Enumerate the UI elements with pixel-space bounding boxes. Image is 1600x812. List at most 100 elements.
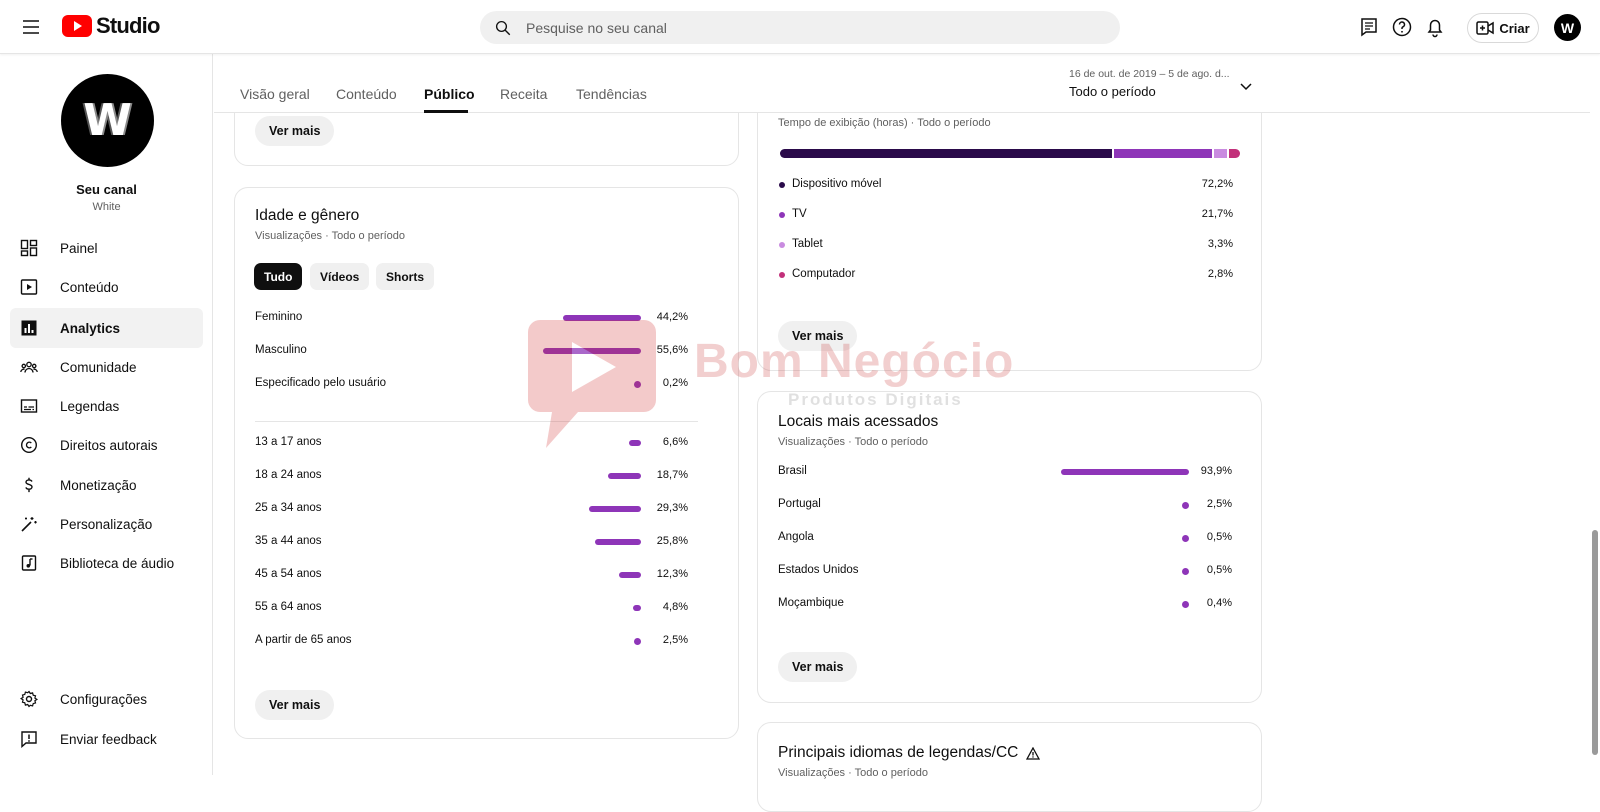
top-bar: Studio Criar W — [0, 0, 1600, 54]
row-label: 55 a 64 anos — [255, 601, 322, 613]
sidebar-item-biblioteca-audio[interactable]: Biblioteca de áudio — [10, 543, 203, 583]
sidebar-item-personalizacao[interactable]: Personalização — [10, 504, 203, 544]
chip-shorts[interactable]: Shorts — [376, 263, 435, 290]
search-icon[interactable] — [494, 19, 512, 37]
value-bar — [589, 506, 641, 512]
card-title: Idade e gênero — [255, 207, 360, 224]
row-value: 0,5% — [1206, 564, 1232, 576]
row-label: A partir de 65 anos — [255, 634, 352, 646]
sidebar-item-monetizacao[interactable]: Monetização — [10, 465, 203, 505]
chip-videos[interactable]: Vídeos — [310, 263, 370, 290]
sidebar-item-label: Conteúdo — [60, 279, 119, 295]
sidebar-item-legendas[interactable]: Legendas — [10, 386, 203, 426]
row-value: 2,5% — [1206, 498, 1232, 510]
sidebar-item-label: Personalização — [60, 516, 153, 532]
scrollbar-thumb[interactable] — [1592, 530, 1598, 755]
card-title: Principais idiomas de legendas/CC — [778, 744, 1019, 761]
row-value: 29,3% — [656, 502, 688, 514]
sidebar-item-label: Configurações — [60, 691, 148, 707]
sidebar-item-configuracoes[interactable]: Configurações — [10, 679, 203, 719]
channel-handle: White — [92, 201, 121, 213]
sidebar-item-label: Comunidade — [60, 359, 137, 375]
studio-logo[interactable]: Studio — [62, 13, 160, 39]
device-label: Tablet — [792, 238, 823, 250]
notifications-bell-icon[interactable] — [1423, 15, 1447, 39]
value-bar — [562, 315, 641, 321]
device-bar-segment — [1113, 149, 1212, 158]
row-value: 55,6% — [656, 344, 688, 356]
row-value: 0,4% — [1206, 597, 1232, 609]
channel-avatar[interactable]: W — [61, 74, 154, 167]
content-icon — [20, 279, 38, 295]
device-label: TV — [792, 208, 807, 220]
sidebar-item-label: Enviar feedback — [60, 731, 157, 747]
legend-dot — [779, 212, 785, 218]
scrollbar[interactable] — [1590, 54, 1600, 775]
sidebar-item-label: Analytics — [60, 320, 121, 336]
device-label: Computador — [792, 268, 856, 280]
card-subtitle: Visualizações · Todo o período — [778, 436, 929, 448]
legend-dot — [779, 182, 785, 188]
device-value: 21,7% — [1201, 208, 1233, 220]
row-value: 93,9% — [1200, 465, 1232, 477]
tab-conteudo[interactable]: Conteúdo — [336, 86, 397, 102]
ver-mais-button[interactable]: Ver mais — [255, 116, 335, 146]
device-type-card: Tempo de exibição (horas) · Todo o perío… — [757, 80, 1262, 371]
top-locations-card: Locais mais acessados Visualizações · To… — [757, 391, 1262, 703]
sidebar-item-direitos-autorais[interactable]: Direitos autorais — [10, 425, 203, 465]
sidebar-item-label: Biblioteca de áudio — [60, 555, 175, 571]
tab-tendencias[interactable]: Tendências — [576, 86, 647, 102]
sidebar-item-conteudo[interactable]: Conteúdo — [10, 267, 203, 307]
menu-icon[interactable] — [19, 15, 43, 39]
row-label: 45 a 54 anos — [255, 568, 322, 580]
subtitle-languages-card: Principais idiomas de legendas/CC Visual… — [757, 722, 1262, 812]
account-avatar[interactable]: W — [1554, 14, 1581, 41]
search-input[interactable] — [526, 19, 1066, 36]
tab-publico[interactable]: Público — [424, 86, 475, 102]
device-bar-segment — [1229, 149, 1240, 158]
chevron-down-icon[interactable] — [1238, 78, 1254, 94]
sidebar-item-label: Legendas — [60, 398, 120, 414]
age-gender-card: Idade e gênero Visualizações · Todo o pe… — [234, 187, 739, 739]
active-tab-indicator — [424, 110, 468, 113]
chip-tudo[interactable]: Tudo — [254, 263, 303, 290]
analytics-icon — [21, 320, 37, 336]
ver-mais-button[interactable]: Ver mais — [778, 652, 858, 682]
row-label: Brasil — [778, 465, 807, 477]
value-bar — [595, 539, 641, 545]
device-value: 2,8% — [1207, 268, 1233, 280]
legend-dot — [779, 242, 785, 248]
tab-visao-geral[interactable]: Visão geral — [240, 86, 310, 102]
search-bar[interactable] — [480, 11, 1120, 44]
card-subtitle: Visualizações · Todo o período — [778, 767, 929, 779]
create-button[interactable]: Criar — [1467, 13, 1539, 43]
sidebar-item-painel[interactable]: Painel — [10, 228, 203, 268]
row-label: 13 a 17 anos — [255, 436, 322, 448]
row-value: 6,6% — [662, 436, 688, 448]
sidebar-item-comunidade[interactable]: Comunidade — [10, 347, 203, 387]
youtube-logo-icon — [62, 15, 92, 37]
date-range-text[interactable]: 16 de out. de 2019 – 5 de ago. d... — [1069, 68, 1230, 80]
divider — [255, 421, 698, 422]
help-icon[interactable] — [1390, 15, 1414, 39]
card-title: Locais mais acessados — [778, 413, 939, 430]
sidebar-item-analytics[interactable]: Analytics — [10, 308, 203, 348]
card-subtitle: Visualizações · Todo o período — [255, 230, 406, 242]
value-bar — [1061, 469, 1189, 475]
channel-name: Seu canal — [76, 182, 137, 197]
row-label: Estados Unidos — [778, 564, 859, 576]
sidebar-item-enviar-feedback[interactable]: Enviar feedback — [10, 719, 203, 759]
dashboard-icon — [20, 239, 38, 257]
warning-icon[interactable] — [1026, 747, 1040, 760]
ver-mais-button[interactable]: Ver mais — [255, 690, 335, 720]
analytics-tabs-bar: Visão geral Conteúdo Público Receita Ten… — [214, 54, 1590, 113]
row-label: 35 a 44 anos — [255, 535, 322, 547]
tab-receita[interactable]: Receita — [500, 86, 547, 102]
row-value: 2,5% — [662, 634, 688, 646]
comments-icon[interactable] — [1357, 15, 1381, 39]
sidebar-item-label: Monetização — [60, 477, 137, 493]
logo-text: Studio — [96, 13, 160, 38]
ver-mais-button[interactable]: Ver mais — [778, 321, 858, 351]
date-period-text[interactable]: Todo o período — [1069, 84, 1156, 99]
row-value: 0,5% — [1206, 531, 1232, 543]
